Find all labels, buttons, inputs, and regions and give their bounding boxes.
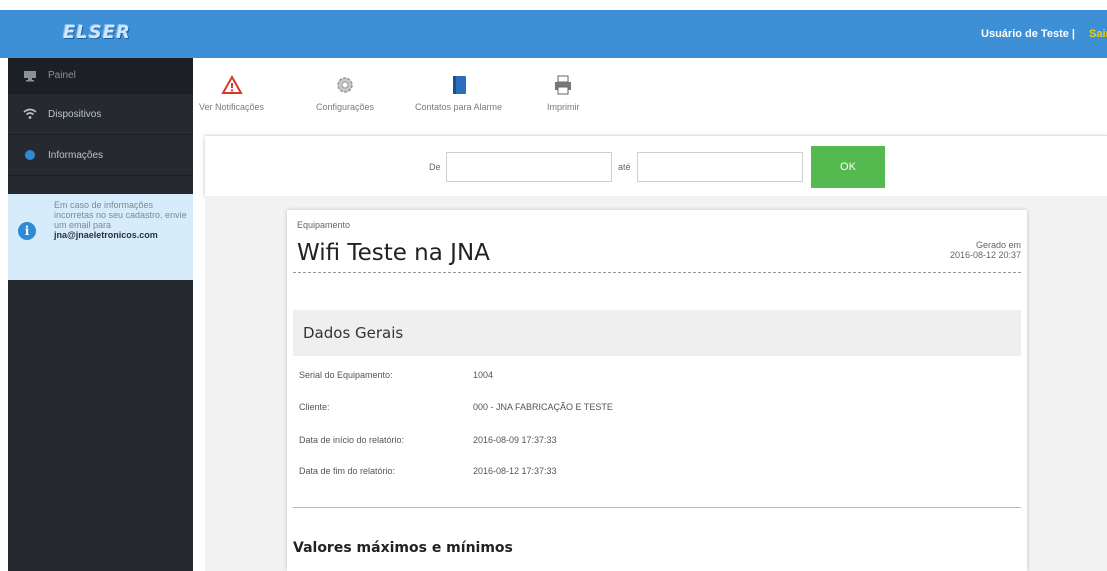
section-header: Dados Gerais <box>293 310 1021 356</box>
info-icon: i <box>18 222 36 240</box>
info-dot-icon <box>22 149 38 161</box>
info-notice-text: Em caso de informações incorretas no seu… <box>54 200 190 240</box>
gear-icon <box>334 74 356 96</box>
section-title: Dados Gerais <box>303 324 404 342</box>
book-icon <box>448 74 470 96</box>
sidebar-item-painel[interactable]: Painel <box>8 58 193 94</box>
from-date-input[interactable] <box>446 152 612 182</box>
generated-timestamp: Gerado em 2016-08-12 20:37 <box>949 240 1021 260</box>
toolbar-label: Configurações <box>316 102 375 112</box>
to-date-input[interactable] <box>637 152 803 182</box>
sidebar: Painel Dispositivos Informações i Em cas… <box>8 58 193 571</box>
info-key: Cliente: <box>299 402 330 412</box>
minmax-title: Valores máximos e mínimos <box>293 540 513 556</box>
info-row: Serial do Equipamento: 1004 <box>287 364 1027 386</box>
info-value: 2016-08-12 17:37:33 <box>473 466 557 476</box>
info-value: 1004 <box>473 370 494 380</box>
notifications-button[interactable]: Ver Notificações <box>199 74 264 112</box>
title-divider <box>293 272 1021 273</box>
date-filter-panel: De até OK <box>205 135 1107 196</box>
user-menu: Usuário de Teste | Sair <box>981 10 1107 58</box>
info-value: 2016-08-09 17:37:33 <box>473 435 557 445</box>
section-divider <box>293 507 1021 508</box>
alarm-contacts-button[interactable]: Contatos para Alarme <box>415 74 502 112</box>
info-row: Cliente: 000 - JNA FABRICAÇÃO E TESTE <box>287 396 1027 418</box>
printer-icon <box>552 74 574 96</box>
info-key: Serial do Equipamento: <box>299 370 393 380</box>
toolbar-label: Ver Notificações <box>199 102 265 112</box>
toolbar-label: Imprimir <box>547 102 580 112</box>
logo: ELSER <box>63 22 131 43</box>
wifi-icon <box>22 108 38 120</box>
info-row: Data de fim do relatório: 2016-08-12 17:… <box>287 460 1027 482</box>
info-key: Data de fim do relatório: <box>299 466 396 476</box>
info-row: Data de início do relatório: 2016-08-09 … <box>287 429 1027 451</box>
sidebar-item-label: Dispositivos <box>48 108 102 120</box>
info-key: Data de início do relatório: <box>299 435 405 445</box>
support-email-link[interactable]: jna@jnaeletronicos.com <box>54 230 190 240</box>
toolbar-label: Contatos para Alarme <box>415 102 503 112</box>
user-name[interactable]: Usuário de Teste | <box>981 28 1075 40</box>
warning-icon <box>220 74 243 96</box>
toolbar: Ver Notificações Configurações Contatos … <box>193 58 1107 134</box>
sidebar-item-label: Painel <box>48 70 76 81</box>
settings-button[interactable]: Configurações <box>316 74 374 112</box>
logo-area[interactable]: ELSER <box>8 10 193 58</box>
sidebar-item-label: Informações <box>48 149 104 161</box>
print-button[interactable]: Imprimir <box>547 74 580 112</box>
ok-button[interactable]: OK <box>811 146 885 188</box>
info-value: 000 - JNA FABRICAÇÃO E TESTE <box>473 402 613 412</box>
info-notice: i Em caso de informações incorretas no s… <box>8 194 193 280</box>
from-label: De <box>429 162 441 172</box>
report-page: Equipamento Wifi Teste na JNA Gerado em … <box>287 210 1027 571</box>
sidebar-item-informacoes[interactable]: Informações <box>8 135 193 176</box>
sidebar-item-dispositivos[interactable]: Dispositivos <box>8 94 193 135</box>
logout-link[interactable]: Sair <box>1089 10 1107 58</box>
monitor-icon <box>22 70 38 82</box>
to-label: até <box>618 162 631 172</box>
report-title: Wifi Teste na JNA <box>297 240 490 266</box>
equipment-label: Equipamento <box>297 220 351 230</box>
